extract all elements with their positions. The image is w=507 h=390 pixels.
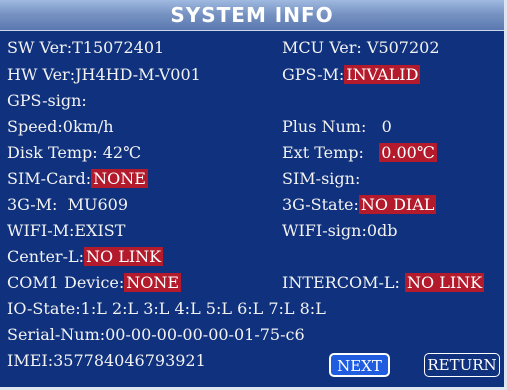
- 3g-module: 3G-M: MU609: [7, 193, 128, 217]
- hw-version-value: JH4HD-M-V001: [75, 65, 201, 84]
- io-state-label: IO-State:: [7, 299, 81, 318]
- system-info-screen: SYSTEM INFO SW Ver:T15072401 MCU Ver: V5…: [0, 0, 507, 390]
- com1-device-label: COM1 Device:: [7, 273, 125, 292]
- speed-label: Speed:: [7, 117, 63, 136]
- 3g-module-label: 3G-M:: [7, 195, 58, 214]
- imei: IMEI:357784046793921: [7, 349, 206, 373]
- io-state: IO-State:1:L 2:L 3:L 4:L 5:L 6:L 7:L 8:L: [7, 297, 326, 321]
- 3g-state-label: 3G-State:: [282, 195, 359, 214]
- sim-card: SIM-Card: NONE: [7, 167, 148, 191]
- plus-num: Plus Num: 0: [282, 115, 392, 139]
- sw-version: SW Ver:T15072401: [7, 36, 164, 60]
- sim-card-label: SIM-Card:: [7, 169, 92, 188]
- mcu-version-value: V507202: [366, 38, 440, 57]
- mcu-version-label: MCU Ver:: [282, 38, 362, 57]
- com1-device-status: NONE: [124, 273, 182, 292]
- speed-value: 0km/h: [62, 117, 114, 136]
- sim-signal: SIM-sign:: [282, 167, 360, 191]
- gps-signal-label: GPS-sign:: [7, 91, 87, 110]
- speed: Speed:0km/h: [7, 115, 114, 139]
- hw-version: HW Ver:JH4HD-M-V001: [7, 63, 201, 87]
- intercom-link-status: NO LINK: [404, 273, 485, 292]
- com1-device: COM1 Device: NONE: [7, 271, 182, 295]
- intercom-link-label: INTERCOM-L:: [282, 273, 400, 292]
- plus-num-label: Plus Num:: [282, 117, 367, 136]
- 3g-state-status: NO DIAL: [358, 195, 437, 214]
- wifi-module-label: WIFI-M:: [7, 221, 75, 240]
- next-button[interactable]: NEXT: [329, 353, 390, 377]
- wifi-signal-value: 0db: [366, 221, 398, 240]
- 3g-state: 3G-State: NO DIAL: [282, 193, 437, 217]
- gps-module: GPS-M: INVALID: [282, 63, 421, 87]
- ext-temp: Ext Temp: 0.00℃: [282, 141, 437, 165]
- disk-temp-value: 42℃: [102, 143, 141, 162]
- return-button[interactable]: RETURN: [424, 353, 500, 377]
- wifi-signal: WIFI-sign:0db: [282, 219, 398, 243]
- gps-module-status: INVALID: [344, 65, 421, 84]
- center-link: Center-L: NO LINK: [7, 245, 164, 269]
- page-title: SYSTEM INFO: [170, 3, 334, 27]
- sim-signal-label: SIM-sign:: [282, 169, 361, 188]
- sw-version-label: SW Ver:: [7, 38, 73, 57]
- wifi-module: WIFI-M:EXIST: [7, 219, 125, 243]
- serial-number-label: Serial-Num:: [7, 325, 106, 344]
- imei-label: IMEI:: [7, 351, 54, 370]
- intercom-link: INTERCOM-L: NO LINK: [282, 271, 485, 295]
- imei-value: 357784046793921: [53, 351, 206, 370]
- title-bar: SYSTEM INFO: [0, 0, 504, 31]
- disk-temp: Disk Temp: 42℃: [7, 141, 141, 165]
- 3g-module-value: MU609: [67, 195, 129, 214]
- plus-num-value: 0: [381, 117, 392, 136]
- mcu-version: MCU Ver: V507202: [282, 36, 440, 60]
- gps-module-label: GPS-M:: [282, 65, 345, 84]
- hw-version-label: HW Ver:: [7, 65, 76, 84]
- io-state-value: 1:L 2:L 3:L 4:L 5:L 6:L 7:L 8:L: [80, 299, 326, 318]
- wifi-signal-label: WIFI-sign:: [282, 221, 367, 240]
- ext-temp-value: 0.00℃: [379, 143, 437, 162]
- serial-number-value: 00-00-00-00-00-01-75-c6: [105, 325, 305, 344]
- center-link-label: Center-L:: [7, 247, 84, 266]
- center-link-status: NO LINK: [83, 247, 164, 266]
- wifi-module-value: EXIST: [74, 221, 126, 240]
- serial-number: Serial-Num:00-00-00-00-00-01-75-c6: [7, 323, 305, 347]
- gps-signal: GPS-sign:: [7, 89, 87, 113]
- ext-temp-label: Ext Temp:: [282, 143, 364, 162]
- disk-temp-label: Disk Temp:: [7, 143, 98, 162]
- sw-version-value: T15072401: [72, 38, 165, 57]
- sim-card-status: NONE: [91, 169, 148, 188]
